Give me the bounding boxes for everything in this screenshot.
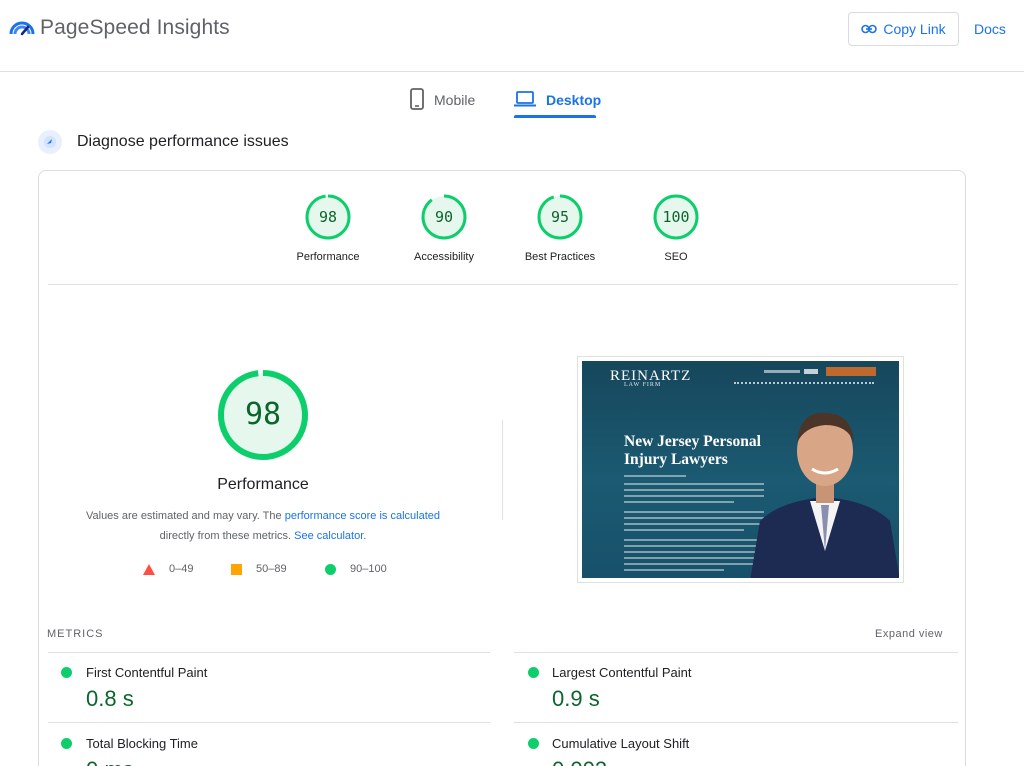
screenshot-topnav [764,370,800,373]
copy-link-label: Copy Link [883,21,946,37]
metric-cls-value: 0.002 [552,757,607,766]
performance-label: Performance [217,476,309,493]
tab-mobile-label: Mobile [434,92,476,108]
screenshot-cta-button [826,367,876,376]
metric-pass-icon [61,738,72,749]
app-title[interactable]: PageSpeed Insights [40,16,230,40]
metric-fcp-name: First Contentful Paint [86,665,208,680]
gauge-seo[interactable]: 100 SEO [621,193,731,263]
gauge-circle: 98 [304,193,352,241]
tab-desktop-label: Desktop [546,92,602,108]
metric-fcp-value: 0.8 s [86,686,134,711]
screenshot-headline-line1: New Jersey Personal [624,433,761,450]
desc-text-2: directly from these metrics. [159,530,295,542]
tab-desktop[interactable]: Desktop [514,82,601,118]
metric-divider [48,652,490,653]
screenshot-text-line [624,569,724,571]
phone-icon [410,87,424,113]
diagnose-title: Diagnose performance issues [77,133,289,150]
square-icon [231,563,242,575]
screenshot-text-line [624,511,764,513]
screenshot-text-line [624,517,764,519]
gauge-circle: 90 [420,193,468,241]
metric-lcp-value: 0.9 s [552,686,600,711]
metric-pass-icon [528,738,539,749]
metric-divider [514,652,958,653]
metric-divider [48,722,490,723]
metric-pass-icon [528,667,539,678]
legend-fail-range: 0–49 [169,563,194,575]
screenshot-logo-sub: LAW FIRM [624,382,662,388]
screenshot-text-line [624,475,686,477]
legend-pass-range: 90–100 [350,563,387,575]
screenshot-text-line [624,483,764,485]
tab-active-indicator [514,115,596,118]
link-icon [861,21,878,37]
vertical-divider [502,420,503,520]
gauge-label: SEO [664,251,688,263]
metric-pass-icon [61,667,72,678]
desc-text-1: Values are estimated and may vary. The [85,510,285,522]
pagespeed-logo-icon[interactable] [8,14,36,42]
gauge-performance[interactable]: 98 Performance [273,193,383,263]
gauge-score: 98 [318,208,338,226]
legend-pass: 90–100 [325,563,387,575]
metrics-title: METRICS [47,628,104,640]
screenshot-text-line [624,501,734,503]
performance-score-large: 98 [244,397,282,432]
screenshot-text-line [624,495,764,497]
screenshot-text-line [624,529,744,531]
screenshot-phone [804,369,818,374]
gauge-best-practices[interactable]: 95 Best Practices [505,193,615,263]
performance-description: Values are estimated and may vary. The p… [60,506,466,546]
screenshot-text-line [624,563,764,565]
screenshot-person [750,412,899,578]
expand-view-toggle[interactable]: Expand view [875,628,943,640]
triangle-icon [143,563,155,575]
page-screenshot[interactable]: REINARTZ LAW FIRM New Jersey Personal In… [577,356,904,583]
gauge-label: Performance [296,251,360,263]
gauge-score: 100 [662,208,690,226]
laptop-icon [514,90,536,110]
legend-fail: 0–49 [143,563,193,575]
screenshot-image: REINARTZ LAW FIRM New Jersey Personal In… [582,361,899,578]
screenshot-text-line [624,545,764,547]
gauge-score: 95 [550,208,570,226]
gauge-label: Accessibility [414,251,474,263]
gauge-label: Best Practices [524,251,596,263]
screenshot-text-line [624,489,764,491]
legend-average: 50–89 [231,563,287,575]
performance-score-link[interactable]: performance score is calculated [285,510,440,522]
screenshot-nav [734,382,874,384]
divider [48,284,958,285]
tab-mobile[interactable]: Mobile [410,82,475,118]
metric-tbt-name: Total Blocking Time [86,736,198,751]
metric-divider [514,722,958,723]
copy-link-button[interactable]: Copy Link [848,12,959,46]
legend-average-range: 50–89 [256,563,287,575]
docs-link[interactable]: Docs [974,21,1006,37]
metric-tbt-value: 0 ms [86,757,134,766]
screenshot-text-line [624,551,764,553]
screenshot-headline-line2: Injury Lawyers [624,451,728,468]
metric-lcp-name: Largest Contentful Paint [552,665,692,680]
see-calculator-link[interactable]: See calculator. [294,530,366,542]
metric-cls-name: Cumulative Layout Shift [552,736,690,751]
gauge-score: 90 [434,208,454,226]
gauge-accessibility[interactable]: 90 Accessibility [389,193,499,263]
screenshot-text-line [624,557,764,559]
top-bar: PageSpeed Insights Copy Link Docs [0,0,1024,72]
screenshot-text-line [624,539,764,541]
screenshot-text-line [624,523,764,525]
gauge-circle: 95 [536,193,584,241]
performance-gauge-large: 98 [216,368,310,462]
circle-icon [325,563,336,575]
diagnose-icon [38,130,62,154]
gauge-circle: 100 [652,193,700,241]
